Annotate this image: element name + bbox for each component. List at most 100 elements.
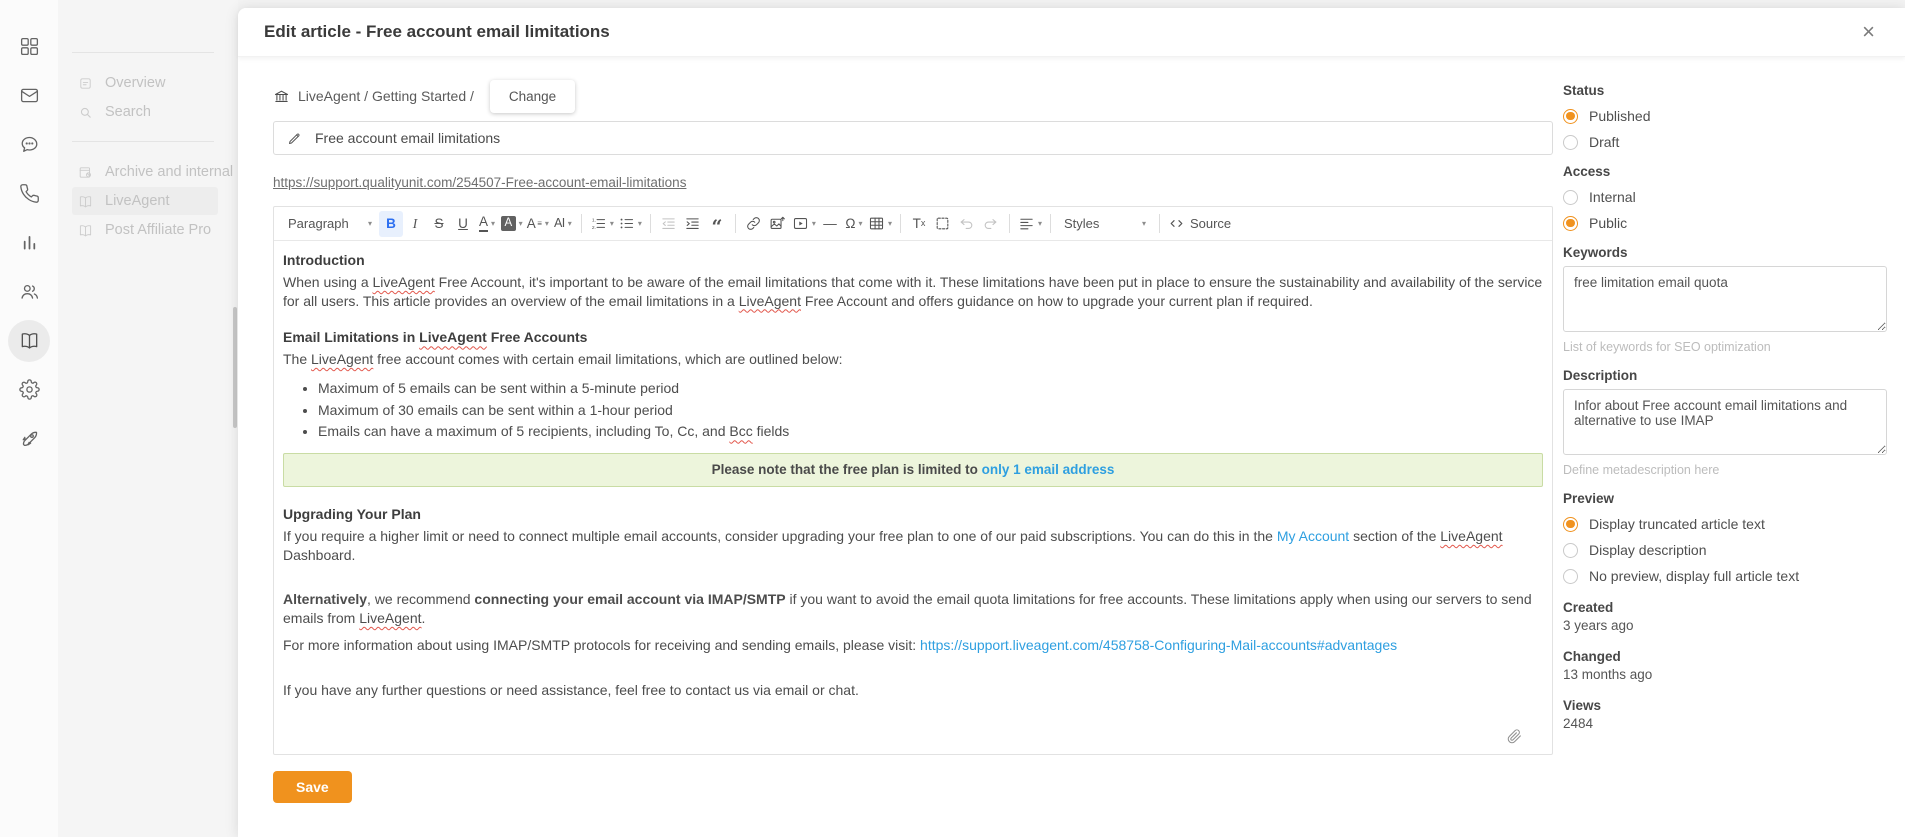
changed-value: 13 months ago	[1563, 667, 1887, 682]
article-url-link[interactable]: https://support.qualityunit.com/254507-F…	[273, 175, 686, 190]
display-description-radio[interactable]: Display description	[1563, 542, 1887, 558]
sidebar-settings-nav[interactable]	[0, 365, 58, 414]
text-run: The	[283, 351, 311, 367]
public-radio[interactable]: Public	[1563, 215, 1887, 231]
sidebar-mail-nav[interactable]	[0, 71, 58, 120]
internal-radio[interactable]: Internal	[1563, 189, 1887, 205]
keywords-input[interactable]: free limitation email quota	[1563, 266, 1887, 332]
dashboard-icon	[19, 36, 40, 57]
preview-label: Preview	[1563, 491, 1887, 506]
modal-header: Edit article - Free account email limita…	[238, 8, 1905, 57]
sidebar-item-post-affiliate-pro[interactable]: Post Affiliate Pro	[72, 216, 218, 244]
modal-title: Edit article - Free account email limita…	[264, 22, 610, 42]
book-icon	[78, 223, 93, 238]
sidebar-phone-nav[interactable]	[0, 169, 58, 218]
undo-button[interactable]	[955, 211, 979, 237]
redo-button[interactable]	[979, 211, 1003, 237]
sidebar-dashboard-nav[interactable]	[0, 22, 58, 71]
sidebar-knowledgebase-nav[interactable]	[0, 316, 58, 365]
font-background-color-button[interactable]: A▾	[499, 211, 525, 237]
block-quote-button[interactable]: “	[705, 211, 729, 237]
save-button[interactable]: Save	[273, 771, 352, 803]
italic-button[interactable]: I	[403, 211, 427, 237]
special-characters-button[interactable]: Ω▾	[842, 211, 866, 237]
inline-link[interactable]: https://support.liveagent.com/458758-Con…	[920, 637, 1397, 653]
numbered-list-button[interactable]: 1.2.▾	[588, 211, 616, 237]
toolbar-separator	[1009, 214, 1010, 233]
strikethrough-button[interactable]: S	[427, 211, 451, 237]
chevron-down-icon: ▾	[638, 219, 642, 228]
remove-format-button[interactable]: T	[907, 211, 931, 237]
draft-radio[interactable]: Draft	[1563, 134, 1887, 150]
keywords-label: Keywords	[1563, 245, 1887, 260]
editor-paragraph: Alternatively, we recommend connecting y…	[283, 590, 1543, 628]
sidebar-item-archive-and-internal[interactable]: Archive and internal	[72, 158, 218, 186]
paragraph-style-dropdown-label: Paragraph	[288, 216, 349, 231]
editor-heading: Introduction	[283, 251, 1543, 270]
knowledgebase-sidebar: OverviewSearch Archive and internalLiveAg…	[58, 0, 238, 837]
toolbar-separator	[735, 214, 736, 233]
sidebar-item-overview[interactable]: Overview	[72, 69, 218, 97]
chevron-down-icon: ▾	[519, 219, 523, 228]
description-label: Description	[1563, 368, 1887, 383]
paperclip-icon[interactable]	[1507, 729, 1522, 749]
chevron-down-icon: ▾	[888, 219, 892, 228]
app-icon-sidebar	[0, 0, 58, 837]
sidebar-customers-nav[interactable]	[0, 267, 58, 316]
styles-dropdown[interactable]: Styles▾	[1057, 211, 1153, 237]
underline-button[interactable]: U	[451, 211, 475, 237]
archive-icon	[78, 165, 93, 180]
text-run: Free Accounts	[487, 329, 588, 345]
font-family-button[interactable]: AI▾	[551, 211, 575, 237]
link-icon	[745, 215, 762, 232]
source-button[interactable]: Source	[1166, 211, 1233, 237]
display-truncated-article-text-radio[interactable]: Display truncated article text	[1563, 516, 1887, 532]
published-radio[interactable]: Published	[1563, 108, 1887, 124]
sidebar-chat-nav[interactable]	[0, 120, 58, 169]
sidebar-reports-nav[interactable]	[0, 218, 58, 267]
font-color-button[interactable]: A▾	[475, 211, 499, 237]
sidebar-item-liveagent[interactable]: LiveAgent	[72, 187, 218, 215]
select-all-button[interactable]	[931, 211, 955, 237]
text-run: Dashboard.	[283, 547, 355, 563]
insert-image-button[interactable]	[766, 211, 790, 237]
book-icon	[78, 194, 93, 209]
special-characters-icon: Ω	[845, 217, 855, 231]
change-category-button[interactable]: Change	[490, 80, 575, 113]
preview-group: Preview Display truncated article text Di…	[1563, 491, 1887, 584]
no-preview-display-full-article-text-radio[interactable]: No preview, display full article text	[1563, 568, 1887, 584]
svg-text:1.: 1.	[592, 217, 596, 223]
editor-paragraph: If you require a higher limit or need to…	[283, 527, 1543, 565]
font-size-button[interactable]: A▾	[525, 211, 551, 237]
sidebar-rocket-nav[interactable]	[0, 414, 58, 463]
description-input[interactable]: Infor about Free account email limitatio…	[1563, 389, 1887, 455]
insert-media-button[interactable]: ▾	[790, 211, 818, 237]
keywords-group: Keywords free limitation email quota Lis…	[1563, 245, 1887, 354]
close-icon[interactable]: ×	[1858, 19, 1879, 45]
link-button[interactable]	[742, 211, 766, 237]
text-run: connecting your email account via IMAP/S…	[474, 591, 785, 607]
text-alignment-button[interactable]: ▾	[1016, 211, 1044, 237]
text-run: LiveAgent	[359, 610, 421, 626]
decrease-indent-button[interactable]	[657, 211, 681, 237]
bold-button[interactable]: B	[379, 211, 403, 237]
sidebar-item-search[interactable]: Search	[72, 98, 218, 126]
bold-icon: B	[386, 217, 396, 231]
article-title-input[interactable]	[313, 129, 1539, 147]
chevron-down-icon: ▾	[1142, 219, 1146, 228]
bulleted-list-button[interactable]: ▾	[616, 211, 644, 237]
editor-content[interactable]: IntroductionWhen using a LiveAgent Free …	[274, 241, 1552, 754]
horizontal-line-button[interactable]: —	[818, 211, 842, 237]
paragraph-style-dropdown[interactable]: Paragraph▾	[281, 211, 379, 237]
radio-icon	[1563, 135, 1578, 150]
inline-link[interactable]: only 1 email address	[982, 462, 1115, 477]
increase-indent-button[interactable]	[681, 211, 705, 237]
search-icon	[78, 105, 93, 120]
reports-icon	[19, 232, 40, 253]
description-group: Description Infor about Free account ema…	[1563, 368, 1887, 477]
radio-label: Internal	[1589, 189, 1636, 205]
insert-table-button[interactable]: ▾	[866, 211, 894, 237]
radio-icon	[1563, 216, 1578, 231]
inline-link[interactable]: My Account	[1277, 528, 1349, 544]
sidebar-scrollbar[interactable]	[233, 307, 237, 428]
